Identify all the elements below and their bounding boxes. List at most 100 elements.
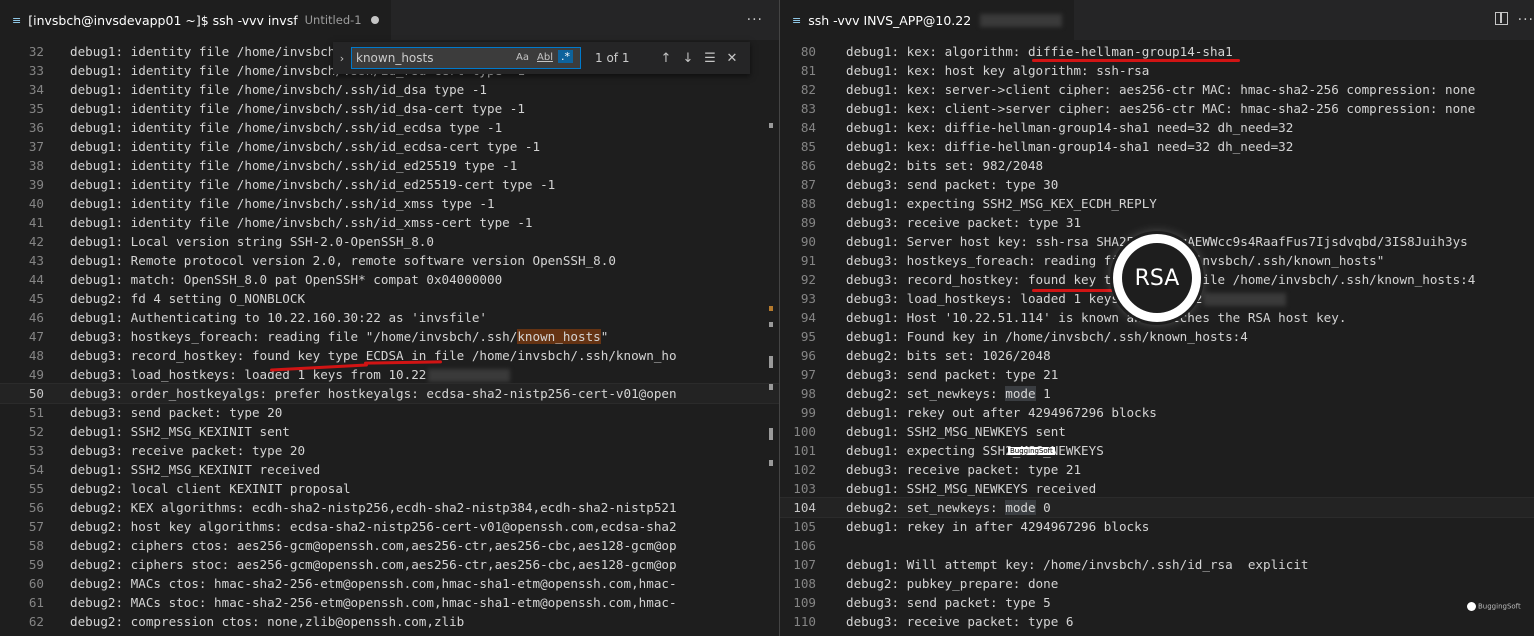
code-line[interactable]: 50 debug3: order_hostkeyalgs: prefer host… bbox=[0, 383, 779, 404]
code-line[interactable]: 40 debug1: identity file /home/invsbch/.s… bbox=[0, 194, 779, 213]
code-line[interactable]: 82 debug1: kex: server->client cipher: ae… bbox=[780, 80, 1534, 99]
line-text: debug1: Remote protocol version 2.0, rem… bbox=[70, 251, 616, 270]
code-line[interactable]: 49 debug3: load_hostkeys: loaded 1 keys f… bbox=[0, 365, 779, 384]
whole-word-icon[interactable]: Abl bbox=[537, 52, 553, 63]
code-line[interactable]: 62 debug2: compression ctos: none,zlib@op… bbox=[0, 612, 779, 631]
code-line[interactable]: 37 debug1: identity file /home/invsbch/.s… bbox=[0, 137, 779, 156]
code-line[interactable]: 35 debug1: identity file /home/invsbch/.s… bbox=[0, 99, 779, 118]
left-code-lines[interactable]: 32 debug1: identity file /home/invsbch/.s… bbox=[0, 42, 779, 631]
code-line[interactable]: 60 debug2: MACs ctos: hmac-sha2-256-etm@o… bbox=[0, 574, 779, 593]
code-line[interactable]: 61 debug2: MACs stoc: hmac-sha2-256-etm@o… bbox=[0, 593, 779, 612]
code-line[interactable]: 83 debug1: kex: client->server cipher: ae… bbox=[780, 99, 1534, 118]
code-line[interactable]: 81 debug1: kex: host key algorithm: ssh-r… bbox=[780, 61, 1534, 80]
code-line[interactable]: 101 debug1: expecting SSH2_MSG_NEWKEYS bbox=[780, 441, 1534, 460]
more-actions-icon[interactable]: ··· bbox=[1518, 12, 1534, 28]
line-text: debug1: Host '10.22.51.114' is known and… bbox=[846, 308, 1346, 327]
code-line[interactable]: 39 debug1: identity file /home/invsbch/.s… bbox=[0, 175, 779, 194]
line-text: debug1: Will attempt key: /home/invsbch/… bbox=[846, 555, 1309, 574]
code-line[interactable]: 42 debug1: Local version string SSH-2.0-O… bbox=[0, 232, 779, 251]
right-code-lines[interactable]: 80 debug1: kex: algorithm: diffie-hellman… bbox=[780, 42, 1534, 631]
regex-icon[interactable]: .* bbox=[558, 50, 573, 63]
line-text-segment: debug1: Authenticating to 10.22.160.30:2… bbox=[70, 310, 488, 325]
next-match-icon[interactable]: ↓ bbox=[677, 51, 699, 66]
code-line[interactable]: 95 debug1: Found key in /home/invsbch/.ss… bbox=[780, 327, 1534, 346]
code-line[interactable]: 108 debug2: pubkey_prepare: done bbox=[780, 574, 1534, 593]
code-line[interactable]: 96 debug2: bits set: 1026/2048 bbox=[780, 346, 1534, 365]
line-text: debug3: receive packet: type 31 bbox=[846, 213, 1081, 232]
code-line[interactable]: 86 debug2: bits set: 982/2048 bbox=[780, 156, 1534, 175]
code-line[interactable]: 110 debug3: receive packet: type 6 bbox=[780, 612, 1534, 631]
code-line[interactable]: 55 debug2: local client KEXINIT proposal bbox=[0, 479, 779, 498]
code-line[interactable]: 106 bbox=[780, 536, 1534, 555]
code-line[interactable]: 53 debug3: receive packet: type 20 bbox=[0, 441, 779, 460]
line-text: debug2: ciphers stoc: aes256-gcm@openssh… bbox=[70, 555, 677, 574]
code-line[interactable]: 102 debug3: receive packet: type 21 bbox=[780, 460, 1534, 479]
code-line[interactable]: 56 debug2: KEX algorithms: ecdh-sha2-nist… bbox=[0, 498, 779, 517]
tab-ssh-log[interactable]: ≡ ssh -vvv INVS_APP@10.22 bbox=[780, 0, 1075, 40]
line-number: 96 bbox=[800, 348, 816, 363]
left-editor-pane[interactable]: ≡ [invsbch@invsdevapp01 ~]$ ssh -vvv inv… bbox=[0, 0, 779, 636]
line-text-segment: debug1: match: OpenSSH_8.0 pat OpenSSH* … bbox=[70, 272, 503, 287]
code-line[interactable]: 43 debug1: Remote protocol version 2.0, r… bbox=[0, 251, 779, 270]
line-text: debug3: send packet: type 20 bbox=[70, 403, 282, 422]
line-text: debug1: kex: client->server cipher: aes2… bbox=[846, 99, 1475, 118]
split-editor-icon[interactable] bbox=[1495, 12, 1508, 25]
line-text: debug3: receive packet: type 21 bbox=[846, 460, 1081, 479]
line-number: 40 bbox=[28, 196, 44, 211]
code-line[interactable]: 85 debug1: kex: diffie-hellman-group14-sh… bbox=[780, 137, 1534, 156]
code-line[interactable]: 98 debug2: set_newkeys: mode 1 bbox=[780, 384, 1534, 403]
line-text-segment: debug3: send packet: type 30 bbox=[846, 177, 1059, 192]
code-line[interactable]: 103 debug1: SSH2_MSG_NEWKEYS received bbox=[780, 479, 1534, 498]
line-number: 94 bbox=[800, 310, 816, 325]
code-line[interactable]: 59 debug2: ciphers stoc: aes256-gcm@opens… bbox=[0, 555, 779, 574]
code-line[interactable]: 41 debug1: identity file /home/invsbch/.s… bbox=[0, 213, 779, 232]
code-line[interactable]: 45 debug2: fd 4 setting O_NONBLOCK bbox=[0, 289, 779, 308]
match-case-icon[interactable]: Aa bbox=[516, 52, 529, 63]
line-number: 99 bbox=[800, 405, 816, 420]
line-text-segment: debug1: Will attempt key: /home/invsbch/… bbox=[846, 557, 1309, 572]
previous-match-icon[interactable]: ↑ bbox=[655, 51, 677, 66]
code-line[interactable]: 36 debug1: identity file /home/invsbch/.s… bbox=[0, 118, 779, 137]
code-line[interactable]: 89 debug3: receive packet: type 31 bbox=[780, 213, 1534, 232]
code-line[interactable]: 58 debug2: ciphers ctos: aes256-gcm@opens… bbox=[0, 536, 779, 555]
code-line[interactable]: 84 debug1: kex: diffie-hellman-group14-sh… bbox=[780, 118, 1534, 137]
code-line[interactable]: 87 debug3: send packet: type 30 bbox=[780, 175, 1534, 194]
code-line[interactable]: 107 debug1: Will attempt key: /home/invsb… bbox=[780, 555, 1534, 574]
line-number: 102 bbox=[793, 462, 816, 477]
line-text-segment: debug1: SSH2_MSG_NEWKEYS received bbox=[846, 481, 1097, 496]
code-line[interactable]: 57 debug2: host key algorithms: ecdsa-sha… bbox=[0, 517, 779, 536]
toggle-replace-icon[interactable]: › bbox=[333, 52, 351, 65]
code-line[interactable]: 38 debug1: identity file /home/invsbch/.s… bbox=[0, 156, 779, 175]
code-line[interactable]: 100 debug1: SSH2_MSG_NEWKEYS sent bbox=[780, 422, 1534, 441]
code-line[interactable]: 97 debug3: send packet: type 21 bbox=[780, 365, 1534, 384]
code-line[interactable]: 109 debug3: send packet: type 5 bbox=[780, 593, 1534, 612]
code-line[interactable]: 51 debug3: send packet: type 20 bbox=[0, 403, 779, 422]
code-line[interactable]: 88 debug1: expecting SSH2_MSG_KEX_ECDH_RE… bbox=[780, 194, 1534, 213]
code-line[interactable]: 47 debug3: hostkeys_foreach: reading file… bbox=[0, 327, 779, 346]
line-number: 47 bbox=[28, 329, 44, 344]
tab-untitled-1[interactable]: ≡ [invsbch@invsdevapp01 ~]$ ssh -vvv inv… bbox=[0, 0, 391, 40]
code-line[interactable]: 52 debug1: SSH2_MSG_KEXINIT sent bbox=[0, 422, 779, 441]
scrollbar-thumb[interactable] bbox=[769, 356, 773, 368]
line-text-segment: debug2: set_newkeys: bbox=[846, 386, 1006, 401]
code-line[interactable]: 46 debug1: Authenticating to 10.22.160.30… bbox=[0, 308, 779, 327]
line-text-segment: debug1: Found key in /home/invsbch/.ssh/… bbox=[846, 329, 1248, 344]
line-text-segment: debug1: kex: server->client cipher: aes2… bbox=[846, 82, 1476, 97]
more-actions-icon[interactable]: ··· bbox=[747, 12, 763, 28]
find-widget: › known_hosts Aa Abl .* 1 of 1 ↑ ↓ ☰ ✕ bbox=[333, 42, 750, 74]
code-line[interactable]: 44 debug1: match: OpenSSH_8.0 pat OpenSSH… bbox=[0, 270, 779, 289]
find-input[interactable]: known_hosts Aa Abl .* bbox=[351, 47, 581, 69]
code-line[interactable]: 54 debug1: SSH2_MSG_KEXINIT received bbox=[0, 460, 779, 479]
scrollbar-marker bbox=[769, 428, 773, 440]
line-text-segment: debug1: Local version string SSH-2.0-Ope… bbox=[70, 234, 434, 249]
editor-area: ≡ [invsbch@invsdevapp01 ~]$ ssh -vvv inv… bbox=[0, 0, 1534, 636]
code-line[interactable]: 104 debug2: set_newkeys: mode 0 bbox=[780, 497, 1534, 518]
line-number: 41 bbox=[28, 215, 44, 230]
line-number: 105 bbox=[793, 519, 816, 534]
code-line[interactable]: 105 debug1: rekey in after 4294967296 blo… bbox=[780, 517, 1534, 536]
close-find-icon[interactable]: ✕ bbox=[721, 51, 743, 66]
unsaved-dot-icon[interactable] bbox=[370, 16, 379, 24]
find-in-selection-icon[interactable]: ☰ bbox=[699, 51, 721, 66]
code-line[interactable]: 34 debug1: identity file /home/invsbch/.s… bbox=[0, 80, 779, 99]
code-line[interactable]: 99 debug1: rekey out after 4294967296 blo… bbox=[780, 403, 1534, 422]
